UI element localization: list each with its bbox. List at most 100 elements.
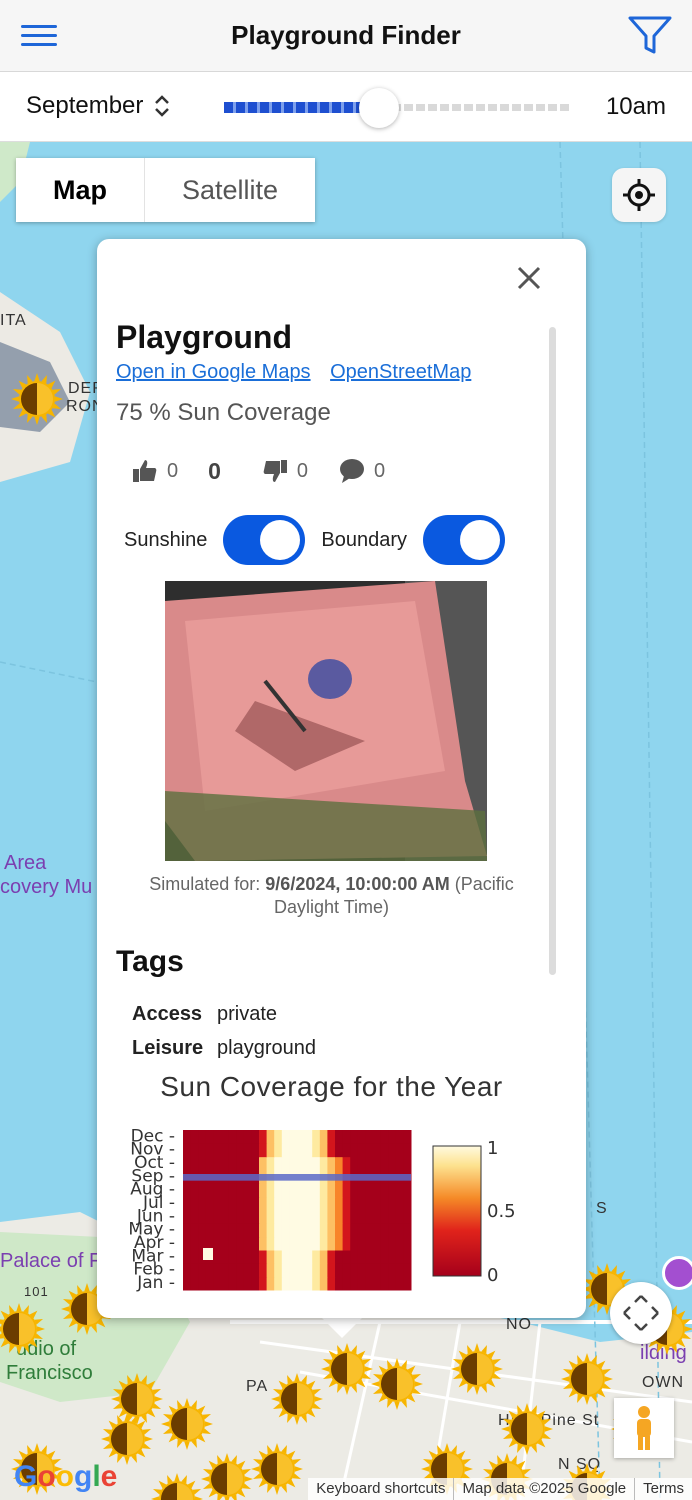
- scrollbar[interactable]: [549, 327, 556, 975]
- sun-marker-icon[interactable]: [250, 1442, 304, 1496]
- sun-marker-icon[interactable]: [560, 1352, 614, 1406]
- heatmap-cell: [259, 1183, 268, 1198]
- heatmap-cell: [365, 1143, 374, 1158]
- filter-icon[interactable]: [626, 14, 674, 58]
- heatmap-cell: [289, 1156, 298, 1171]
- keyboard-shortcuts-link[interactable]: Keyboard shortcuts: [308, 1478, 453, 1500]
- pegman-icon[interactable]: [614, 1398, 674, 1458]
- heatmap-cell: [395, 1156, 404, 1171]
- map-label-ita: ITA: [0, 312, 27, 329]
- sun-marker-icon[interactable]: [150, 1472, 204, 1500]
- heatmap-cell: [183, 1156, 192, 1171]
- map-type-map[interactable]: Map: [16, 158, 144, 222]
- heatmap-cell: [198, 1196, 207, 1211]
- sunshine-toggle[interactable]: [223, 515, 306, 565]
- heatmap-cell: [251, 1223, 260, 1238]
- heatmap-cell: [213, 1223, 222, 1238]
- thumbs-down-button[interactable]: 0: [261, 457, 308, 485]
- sun-marker-icon[interactable]: [10, 372, 64, 426]
- pan-control-button[interactable]: [610, 1282, 672, 1344]
- heatmap-cell: [236, 1263, 245, 1278]
- heatmap-cell: [183, 1263, 192, 1278]
- heatmap-cell: [342, 1263, 351, 1278]
- heatmap-cell: [281, 1130, 290, 1144]
- openstreetmap-link[interactable]: OpenStreetMap: [330, 361, 471, 383]
- heatmap-cell: [266, 1183, 275, 1198]
- sun-marker-icon[interactable]: [160, 1397, 214, 1451]
- heatmap-cell: [274, 1196, 283, 1211]
- heatmap-cell: [190, 1196, 199, 1211]
- heatmap-cell: [236, 1250, 245, 1264]
- heatmap-cell: [319, 1156, 328, 1171]
- map-type-satellite[interactable]: Satellite: [144, 158, 315, 222]
- heatmap-cell: [373, 1183, 382, 1198]
- close-icon[interactable]: [516, 265, 542, 291]
- boundary-toggle[interactable]: [423, 515, 506, 565]
- heatmap-cell: [190, 1236, 199, 1251]
- slider-thumb[interactable]: [358, 88, 399, 128]
- heatmap-cell: [388, 1156, 397, 1171]
- comments-button[interactable]: 0: [338, 457, 385, 485]
- heatmap-cell: [289, 1130, 298, 1144]
- colorbar-tick: 0.5: [487, 1201, 516, 1222]
- heatmap-cell: [198, 1263, 207, 1278]
- heatmap-cell: [221, 1156, 230, 1171]
- heatmap-cell: [251, 1143, 260, 1158]
- heatmap-cell: [213, 1236, 222, 1251]
- heatmap-cell: [243, 1156, 252, 1171]
- heatmap-cell: [373, 1156, 382, 1171]
- heatmap-cell: [259, 1156, 268, 1171]
- heatmap-cell: [319, 1130, 328, 1144]
- heatmap-cell: [357, 1143, 366, 1158]
- sun-marker-icon[interactable]: [100, 1412, 154, 1466]
- heatmap-cell: [297, 1183, 306, 1198]
- heatmap-cell: [403, 1250, 412, 1264]
- heatmap-cell: [297, 1263, 306, 1278]
- heatmap-cell: [198, 1223, 207, 1238]
- sun-marker-icon[interactable]: [200, 1452, 254, 1500]
- heatmap-cell: [373, 1130, 382, 1144]
- heatmap-cell: [297, 1250, 306, 1264]
- heatmap-cell: [274, 1276, 283, 1291]
- my-location-button[interactable]: [612, 168, 666, 222]
- heatmap-cell: [281, 1156, 290, 1171]
- heatmap-cell: [274, 1156, 283, 1171]
- google-maps-link[interactable]: Open in Google Maps: [116, 361, 311, 383]
- heatmap-cell: [251, 1263, 260, 1278]
- terms-link[interactable]: Terms: [634, 1478, 692, 1500]
- sun-marker-icon[interactable]: [320, 1342, 374, 1396]
- month-select[interactable]: September: [26, 92, 171, 120]
- sun-marker-icon[interactable]: [0, 1302, 46, 1356]
- heatmap-cell: [365, 1183, 374, 1198]
- heatmap-cell: [350, 1263, 359, 1278]
- sun-marker-icon[interactable]: [450, 1342, 504, 1396]
- heatmap-cell: [312, 1130, 321, 1144]
- time-slider[interactable]: [224, 88, 570, 128]
- heatmap-cell: [304, 1276, 313, 1291]
- heatmap-cell: [205, 1276, 214, 1291]
- heatmap-cell: [213, 1156, 222, 1171]
- colorbar-tick: 1: [487, 1138, 498, 1159]
- heatmap-cell: [395, 1143, 404, 1158]
- heatmap-cell: [281, 1236, 290, 1251]
- heatmap-cell: [266, 1143, 275, 1158]
- heatmap-cell: [380, 1143, 389, 1158]
- map-label-palace: Palace of F: [0, 1250, 102, 1272]
- heatmap-cell: [373, 1236, 382, 1251]
- heatmap-cell: [281, 1183, 290, 1198]
- sun-marker-icon[interactable]: [500, 1402, 554, 1456]
- heatmap-cell: [266, 1210, 275, 1224]
- heatmap-cell: [335, 1143, 344, 1158]
- heatmap-cell: [357, 1130, 366, 1144]
- sun-marker-icon[interactable]: [370, 1357, 424, 1411]
- heatmap-cell: [342, 1236, 351, 1251]
- sun-marker-icon[interactable]: [270, 1372, 324, 1426]
- heatmap-cell: [289, 1210, 298, 1224]
- playground-title: Playground: [116, 319, 293, 355]
- popup-tail: [320, 1316, 364, 1338]
- heatmap-cell: [365, 1236, 374, 1251]
- thumbs-up-button[interactable]: 0: [131, 457, 178, 485]
- heatmap-cell: [335, 1196, 344, 1211]
- heatmap-cell: [357, 1263, 366, 1278]
- chart-title: Sun Coverage for the Year: [160, 1071, 503, 1102]
